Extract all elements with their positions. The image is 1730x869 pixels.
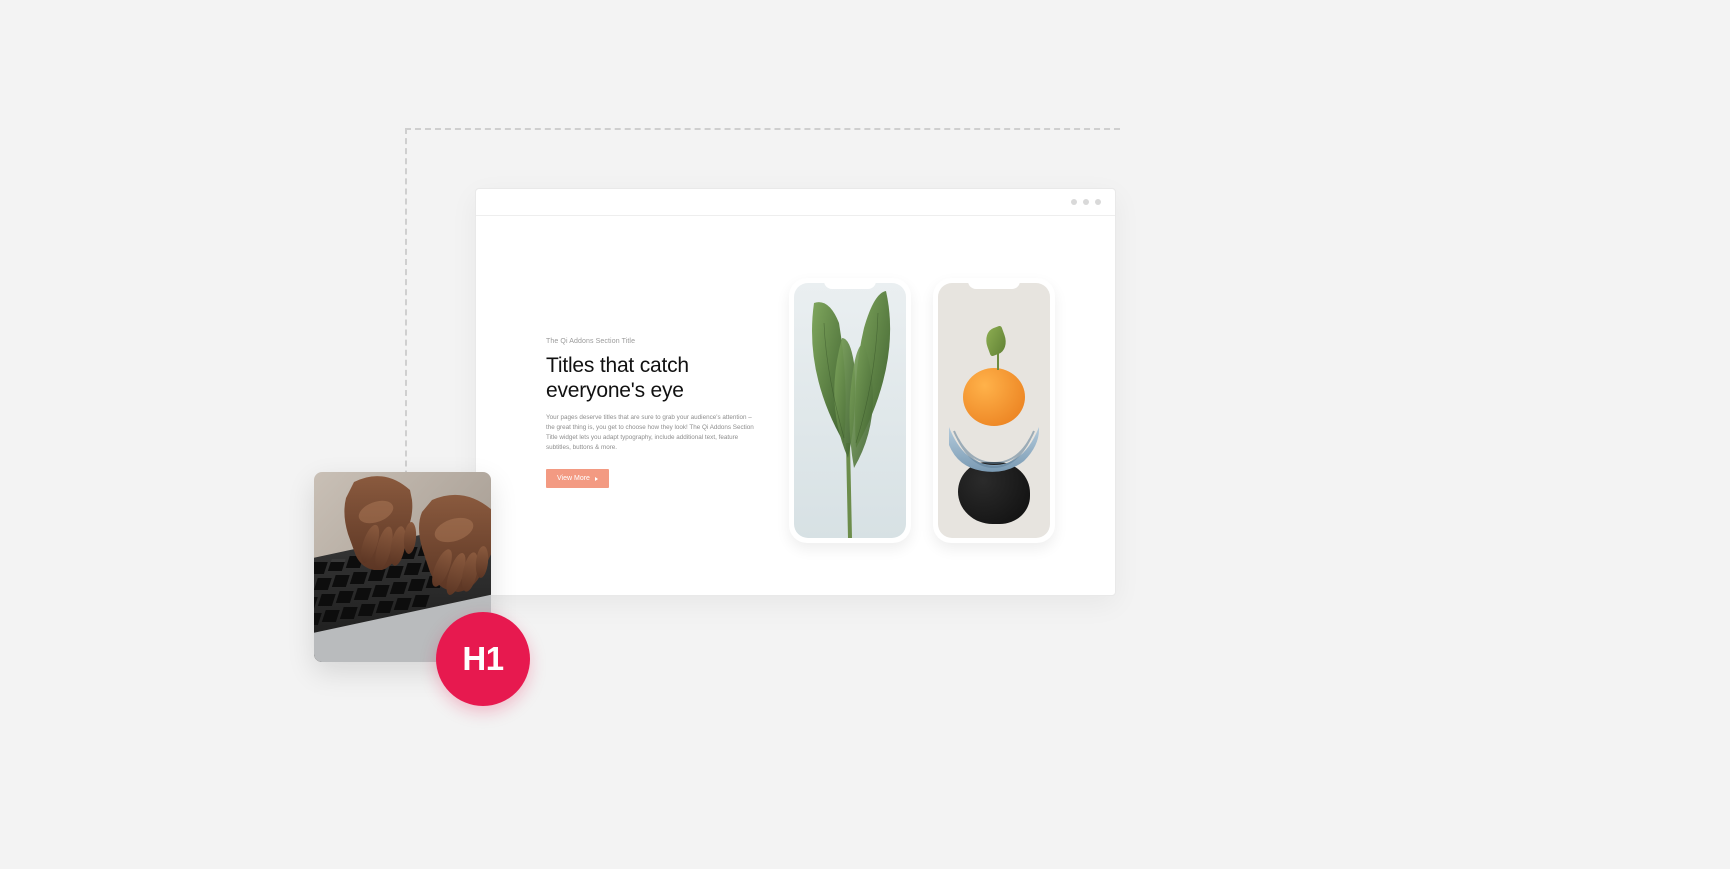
h1-badge-label: H1 <box>462 640 503 678</box>
phone-mockups <box>789 266 1055 595</box>
window-dot <box>1083 199 1089 205</box>
sculpture-image <box>938 283 1050 538</box>
section-body-text: Your pages deserve titles that are sure … <box>546 413 761 453</box>
phone-screen-right <box>938 283 1050 538</box>
browser-body: The Qi Addons Section Title Titles that … <box>476 216 1115 595</box>
view-more-label: View More <box>557 475 590 482</box>
window-dot <box>1071 199 1077 205</box>
section-title-showcase: The Qi Addons Section Title Titles that … <box>546 266 761 595</box>
window-dot <box>1095 199 1101 205</box>
browser-frame: The Qi Addons Section Title Titles that … <box>475 188 1116 596</box>
phone-mockup-left <box>789 278 911 543</box>
orange-shape <box>963 368 1025 426</box>
orange-leaf <box>992 334 1014 370</box>
leaf-plant-image <box>794 283 906 538</box>
phone-notch <box>968 278 1020 289</box>
chevron-right-icon <box>595 477 598 481</box>
phone-mockup-right <box>933 278 1055 543</box>
section-subtitle: The Qi Addons Section Title <box>546 338 761 345</box>
view-more-button[interactable]: View More <box>546 469 609 488</box>
phone-screen-left <box>794 283 906 538</box>
h1-badge: H1 <box>436 612 530 706</box>
phone-notch <box>824 278 876 289</box>
browser-header <box>476 189 1115 216</box>
section-headline: Titles that catch everyone's eye <box>546 353 761 403</box>
